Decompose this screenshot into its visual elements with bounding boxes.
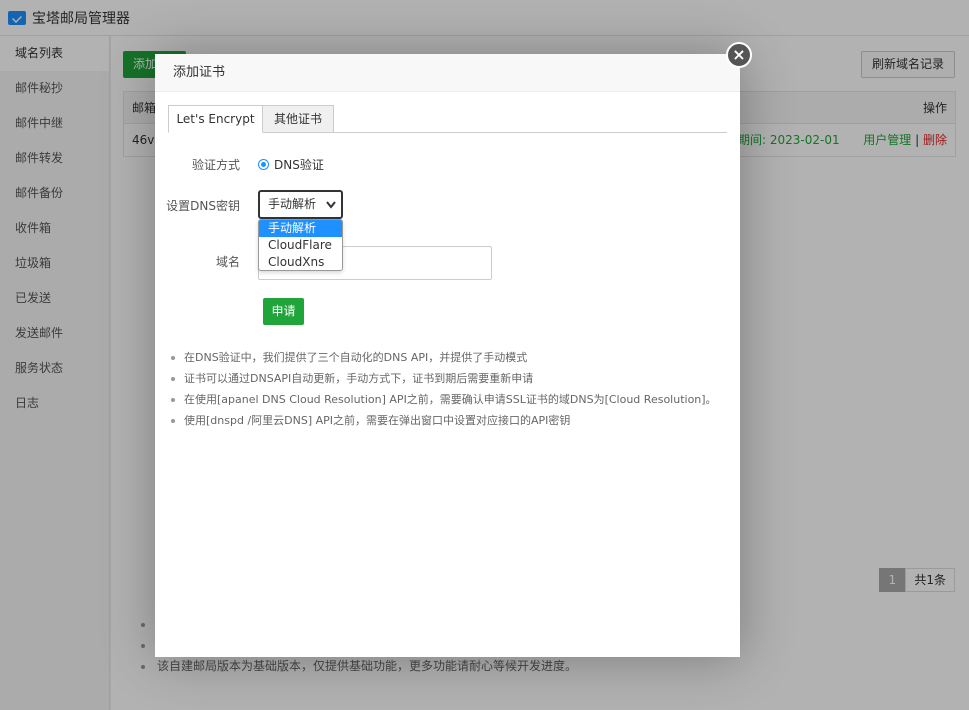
verify-method-label: 验证方式: [191, 158, 240, 172]
tab-other-certificate[interactable]: 其他证书: [263, 105, 334, 133]
dialog-note: 在DNS验证中，我们提供了三个自动化的DNS API，并提供了手动模式: [169, 347, 717, 368]
dns-provider-select[interactable]: 手动解析: [258, 190, 343, 219]
dialog-notes: 在DNS验证中，我们提供了三个自动化的DNS API，并提供了手动模式 证书可以…: [169, 347, 717, 431]
domain-label: 域名: [215, 255, 240, 269]
dns-option-cloudxns[interactable]: CloudXns: [259, 254, 342, 270]
tab-lets-encrypt[interactable]: Let's Encrypt: [168, 105, 263, 133]
close-icon[interactable]: ×: [726, 42, 752, 68]
add-certificate-dialog: 添加证书 × Let's Encrypt 其他证书 验证方式 DNS验证 设置D…: [155, 42, 752, 657]
dns-provider-dropdown: 手动解析 CloudFlare CloudXns: [258, 219, 343, 271]
dns-option-manual[interactable]: 手动解析: [259, 220, 342, 237]
dialog-note: 使用[dnspd /阿里云DNS] API之前，需要在弹出窗口中设置对应接口的A…: [169, 410, 717, 431]
dns-key-label: 设置DNS密钥: [166, 199, 240, 213]
dns-option-cloudflare[interactable]: CloudFlare: [259, 237, 342, 254]
dialog-note: 证书可以通过DNSAPI自动更新，手动方式下，证书到期后需要重新申请: [169, 368, 717, 389]
certificate-tabs: Let's Encrypt 其他证书: [168, 105, 727, 133]
apply-button[interactable]: 申请: [263, 298, 304, 325]
dns-verify-radio[interactable]: [258, 159, 269, 170]
dns-provider-value: 手动解析: [268, 197, 317, 211]
dns-verify-label[interactable]: DNS验证: [274, 156, 324, 173]
dialog-note: 在使用[apanel DNS Cloud Resolution] API之前，需…: [169, 389, 717, 410]
dialog-title: 添加证书: [155, 54, 740, 92]
